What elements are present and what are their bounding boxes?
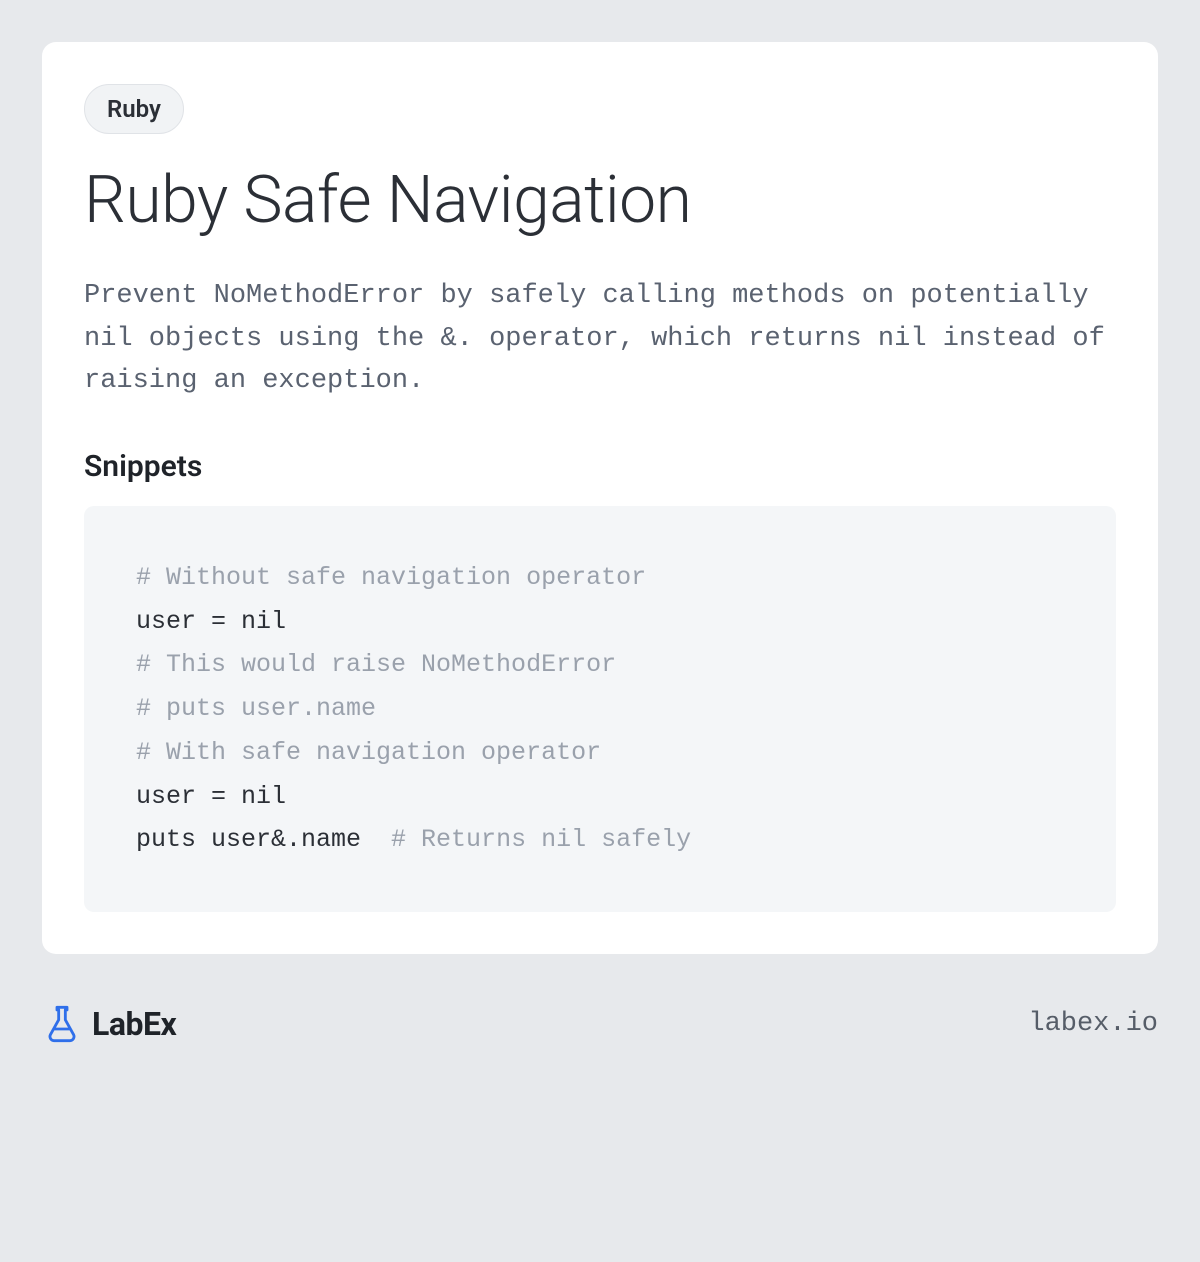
site-url: labex.io (1028, 1009, 1158, 1039)
brand-logo: LabEx (42, 1004, 176, 1044)
card: Ruby Ruby Safe Navigation Prevent NoMeth… (42, 42, 1158, 954)
code-line: user = nil (136, 600, 1064, 644)
description: Prevent NoMethodError by safely calling … (84, 275, 1116, 403)
snippets-heading: Snippets (84, 449, 1116, 484)
page-title: Ruby Safe Navigation (84, 162, 1116, 239)
code-comment: # Returns nil safely (391, 825, 691, 854)
flask-icon (42, 1004, 82, 1044)
language-tag: Ruby (84, 84, 184, 134)
code-block: # Without safe navigation operator user … (84, 506, 1116, 912)
code-comment: # Without safe navigation operator (136, 556, 1064, 600)
code-comment: # With safe navigation operator (136, 731, 1064, 775)
code-text: puts user&.name (136, 825, 391, 854)
code-line: user = nil (136, 775, 1064, 819)
code-line: puts user&.name # Returns nil safely (136, 818, 1064, 862)
code-comment: # puts user.name (136, 687, 1064, 731)
footer: LabEx labex.io (42, 1004, 1158, 1044)
code-comment: # This would raise NoMethodError (136, 643, 1064, 687)
brand-name: LabEx (92, 1005, 176, 1043)
